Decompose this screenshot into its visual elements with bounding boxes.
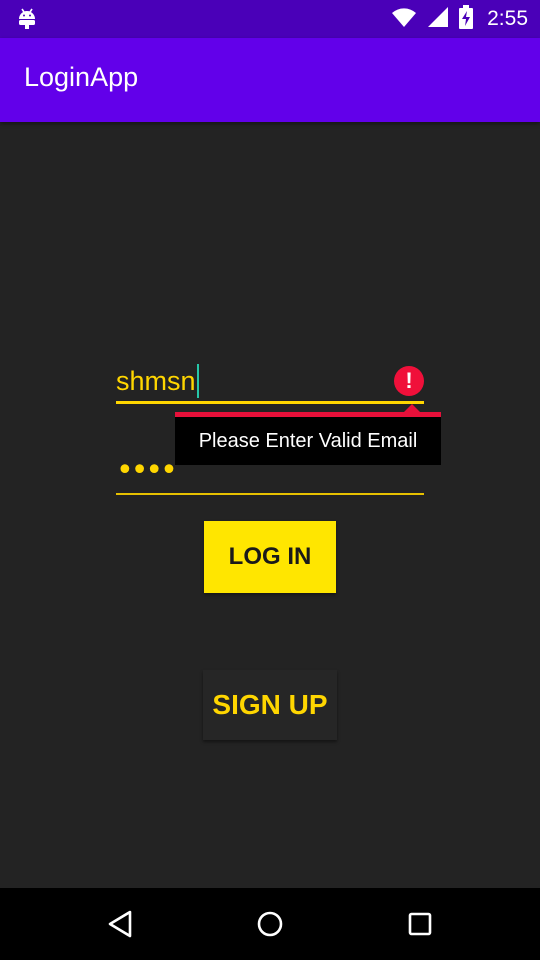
email-field[interactable]: shmsn ! [116, 358, 424, 404]
recents-icon[interactable] [402, 906, 438, 942]
status-bar: 2:55 [0, 0, 540, 38]
text-cursor [196, 364, 199, 398]
back-icon[interactable] [102, 906, 138, 942]
wifi-icon [391, 6, 417, 33]
login-button[interactable]: LOG IN [204, 521, 336, 593]
email-underline [116, 401, 424, 404]
status-time: 2:55 [487, 7, 528, 30]
password-field[interactable]: •••• [116, 452, 424, 496]
email-input-text: shmsn [116, 366, 196, 396]
battery-charging-icon [459, 4, 474, 34]
error-icon[interactable]: ! [394, 366, 424, 396]
signal-icon [427, 6, 449, 33]
error-popup-arrow [404, 404, 420, 412]
password-input[interactable]: •••• [116, 456, 178, 486]
android-icon [16, 7, 38, 31]
navigation-bar [0, 888, 540, 960]
home-icon[interactable] [252, 906, 288, 942]
signup-button[interactable]: SIGN UP [203, 670, 337, 740]
app-bar: LoginApp [0, 38, 540, 122]
app-title: LoginApp [24, 62, 139, 92]
email-input[interactable]: shmsn [116, 364, 199, 398]
login-screen: 2:55 LoginApp shmsn ! Please Enter Valid… [0, 0, 540, 960]
password-underline [116, 493, 424, 495]
